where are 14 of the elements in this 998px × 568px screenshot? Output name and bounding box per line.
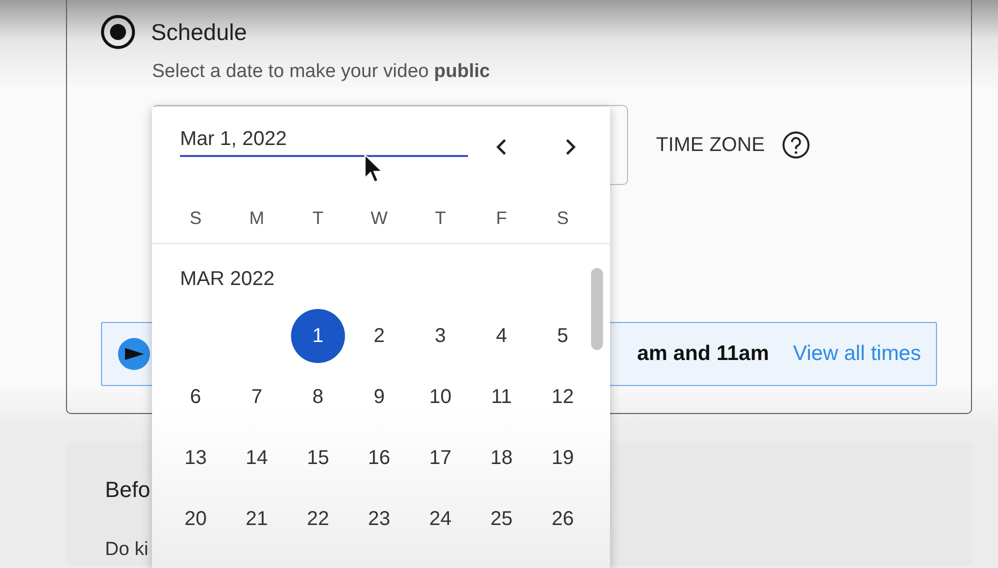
weekday-label: W [370, 207, 389, 230]
weekday-label: T [434, 207, 447, 230]
card-text: Do ki [105, 538, 150, 562]
weekday-label: S [556, 207, 570, 230]
weekday-label: T [311, 207, 324, 230]
banner-text: am and 11am [637, 341, 769, 368]
weekday-label: F [495, 207, 508, 230]
card-title: Befo [105, 476, 152, 504]
schedule-description: Select a date to make your video public [152, 60, 491, 84]
weekday-label: S [188, 207, 203, 230]
time-zone-label: TIME ZONE [655, 133, 765, 158]
month-heading: MAR 2022 [179, 267, 276, 292]
schedule-label: Schedule [151, 18, 247, 47]
weekday-label: M [248, 207, 266, 230]
